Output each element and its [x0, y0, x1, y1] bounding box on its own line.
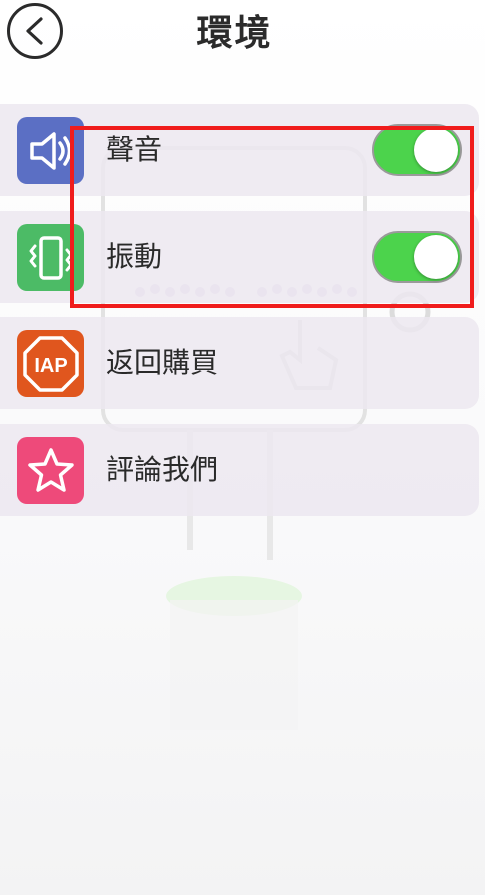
toggle-knob [414, 235, 458, 279]
sound-label: 聲音 [106, 133, 163, 166]
settings-row-rate-us[interactable]: 評論我們 [0, 424, 479, 516]
toggle-knob [414, 128, 458, 172]
rate-us-label: 評論我們 [106, 453, 219, 486]
iap-icon: IAP [17, 330, 84, 397]
restore-purchase-label: 返回購買 [106, 346, 219, 379]
vibration-toggle[interactable] [372, 231, 462, 283]
page-title: 環境 [196, 13, 273, 54]
vibrate-phone-icon [17, 224, 84, 291]
iap-icon-text: IAP [34, 355, 67, 377]
settings-row-vibration[interactable]: 振動 [0, 211, 479, 303]
vibration-label: 振動 [106, 240, 163, 273]
settings-row-sound[interactable]: 聲音 [0, 104, 479, 196]
settings-row-restore-purchase[interactable]: IAP 返回購買 [0, 317, 479, 409]
speaker-icon [17, 117, 84, 184]
sound-toggle[interactable] [372, 124, 462, 176]
star-icon [17, 437, 84, 504]
